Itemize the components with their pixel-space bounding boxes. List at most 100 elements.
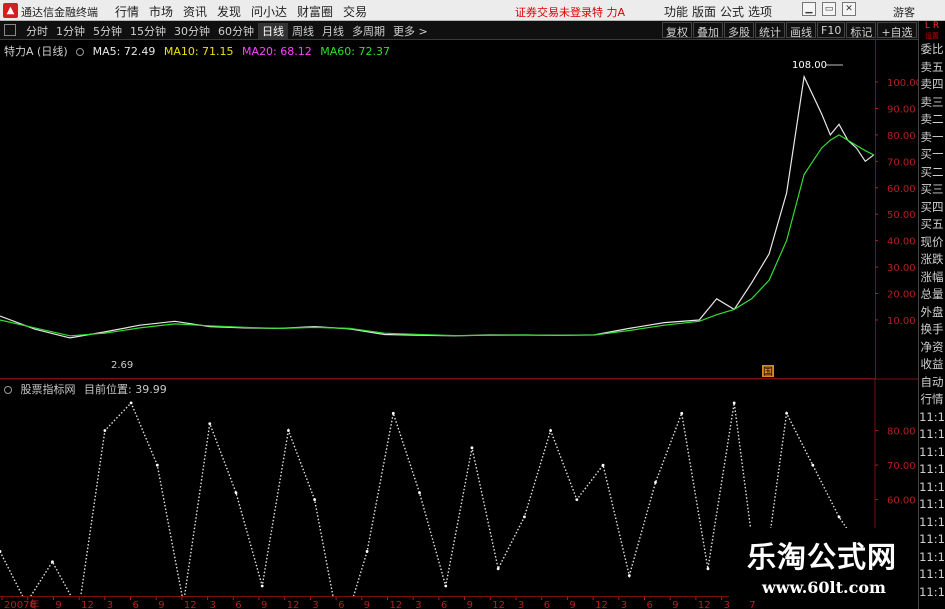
indicator-point bbox=[155, 463, 159, 467]
indicator-point bbox=[785, 411, 788, 415]
indicator-point bbox=[260, 584, 264, 588]
indicator-point bbox=[732, 401, 736, 405]
price-tick-label: 80.00 bbox=[887, 131, 916, 142]
indicator-point bbox=[549, 429, 553, 432]
indicator-point bbox=[418, 491, 421, 495]
quote-side-panel: L R 设置 委比 卖五 卖四 卖三 卖二 卖一 买一 买二 买三 买四 买五 现价 涨跌 涨幅 总量 外盘换… bbox=[918, 21, 945, 609]
side-panel-item[interactable]: 11:1 bbox=[919, 531, 945, 549]
indicator-point bbox=[837, 515, 841, 519]
side-panel-item[interactable]: 自动 bbox=[919, 374, 945, 392]
price-axis: 10.00 20.00 30.00 40.00 50.00 60.00 70.00 80.00… bbox=[875, 78, 918, 327]
indicator-point bbox=[601, 463, 605, 467]
indicator-point bbox=[391, 411, 395, 415]
date-tick-label: 6 bbox=[441, 600, 447, 609]
date-tick-label: 3 bbox=[724, 600, 730, 609]
side-panel-item[interactable]: 11:1 bbox=[919, 444, 945, 462]
side-panel-item[interactable]: 行情 bbox=[919, 391, 945, 409]
date-tick-label: 6 bbox=[338, 600, 344, 609]
price-tick-label: 30.00 bbox=[887, 263, 916, 274]
date-tick-label: 6 bbox=[647, 600, 653, 609]
side-panel-item[interactable]: 11:1 bbox=[919, 584, 945, 602]
watermark-url: www.60lt.com bbox=[762, 578, 886, 597]
price-tick-label: 20.00 bbox=[887, 290, 916, 301]
price-tick-label: 50.00 bbox=[887, 210, 916, 221]
date-tick-label: 12 bbox=[492, 600, 505, 609]
side-panel-item[interactable]: 11:1 bbox=[919, 426, 945, 444]
indicator-point bbox=[287, 429, 290, 432]
indicator-point bbox=[208, 422, 212, 426]
side-panel-item[interactable]: 卖三 bbox=[919, 94, 945, 112]
panel-r-label[interactable]: R bbox=[933, 21, 939, 31]
side-panel-item[interactable]: 买一 bbox=[919, 146, 945, 164]
date-tick-label: 6 bbox=[30, 600, 36, 609]
indicator-point bbox=[811, 463, 815, 467]
indicator-point bbox=[496, 567, 500, 571]
side-panel-item[interactable]: 11:1 bbox=[919, 479, 945, 497]
date-tick-label: 9 bbox=[364, 600, 370, 609]
panel-l-label[interactable]: L bbox=[925, 21, 930, 31]
date-tick-label: 6 bbox=[235, 600, 241, 609]
low-price-label: 2.69 bbox=[111, 360, 133, 371]
date-tick-label: 9 bbox=[569, 600, 575, 609]
date-tick-label: 12 bbox=[698, 600, 711, 609]
date-tick-label: 12 bbox=[390, 600, 403, 609]
date-tick-label: 3 bbox=[518, 600, 524, 609]
side-panel-item[interactable]: 11:1 bbox=[919, 461, 945, 479]
side-panel-item[interactable]: 委比 bbox=[919, 41, 945, 59]
side-panel-item[interactable]: 11:1 bbox=[919, 514, 945, 532]
series-line-ma5 bbox=[0, 74, 875, 339]
price-series bbox=[0, 74, 875, 339]
indicator-point bbox=[654, 480, 657, 484]
panel-setting-label[interactable]: 设置 bbox=[925, 32, 939, 40]
price-tick-label: 70.00 bbox=[887, 157, 916, 168]
price-tick-label: 10.00 bbox=[887, 316, 916, 327]
date-tick-label: 9 bbox=[467, 600, 473, 609]
chart-canvas[interactable]: 10.00 20.00 30.00 40.00 50.00 60.00 70.00 80.00… bbox=[0, 0, 918, 596]
side-panel-item[interactable]: 现价 bbox=[919, 234, 945, 252]
side-panel-item[interactable]: 卖二 bbox=[919, 111, 945, 129]
side-panel-item[interactable]: 净资 bbox=[919, 339, 945, 357]
side-panel-list: 委比 卖五 卖四 卖三 卖二 卖一 买一 买二 买三 买四 买五 现价 涨跌 涨幅 总量 外盘 换手 净资 收益 自动… bbox=[919, 41, 945, 601]
price-tick-label: 40.00 bbox=[887, 237, 916, 248]
indicator-point bbox=[234, 491, 238, 495]
indicator-point bbox=[444, 584, 448, 588]
date-tick-label: 9 bbox=[672, 600, 678, 609]
indicator-point bbox=[103, 429, 107, 432]
side-panel-item[interactable]: 11:1 bbox=[919, 566, 945, 584]
panel-mode-header[interactable]: L R 设置 bbox=[919, 21, 945, 41]
indicator-point bbox=[365, 550, 369, 553]
date-tick-label: 9 bbox=[55, 600, 61, 609]
side-panel-item[interactable]: 收益 bbox=[919, 356, 945, 374]
indicator-point bbox=[575, 498, 579, 502]
indicator-point bbox=[523, 515, 526, 519]
date-tick-label: 9 bbox=[261, 600, 267, 609]
price-tick-label: 100.00 bbox=[887, 78, 918, 89]
side-panel-item[interactable]: 买二 bbox=[919, 164, 945, 182]
side-panel-item[interactable]: 买三 bbox=[919, 181, 945, 199]
side-panel-item[interactable]: 外盘 bbox=[919, 304, 945, 322]
side-panel-item[interactable]: 总量 bbox=[919, 286, 945, 304]
side-panel-item[interactable]: 买五 bbox=[919, 216, 945, 234]
date-tick-label: 9 bbox=[158, 600, 164, 609]
side-panel-item[interactable]: 卖五 bbox=[919, 59, 945, 77]
side-panel-item[interactable]: 11:1 bbox=[919, 549, 945, 567]
side-panel-item[interactable]: 涨幅 bbox=[919, 269, 945, 287]
date-tick-label: 7 bbox=[749, 600, 755, 609]
indicator-point bbox=[627, 574, 631, 578]
side-panel-item[interactable]: 11:1 bbox=[919, 496, 945, 514]
date-tick-label: 3 bbox=[107, 600, 113, 609]
high-price-label: 108.00 bbox=[792, 60, 827, 71]
side-panel-item[interactable]: 11:1 bbox=[919, 409, 945, 427]
indicator-point bbox=[470, 446, 474, 450]
side-panel-item[interactable]: 卖四 bbox=[919, 76, 945, 94]
event-marker-label: 国 bbox=[763, 366, 773, 378]
side-panel-item[interactable]: 卖一 bbox=[919, 129, 945, 147]
side-panel-item[interactable]: 买四 bbox=[919, 199, 945, 217]
side-panel-item[interactable]: 涨跌 bbox=[919, 251, 945, 269]
date-tick-label: 6 bbox=[544, 600, 550, 609]
indicator-point bbox=[129, 401, 133, 405]
indicator-tick-label: 70.00 bbox=[887, 461, 916, 472]
date-tick-label: 3 bbox=[415, 600, 421, 609]
date-tick-label: 3 bbox=[210, 600, 216, 609]
side-panel-item[interactable]: 换手 bbox=[919, 321, 945, 339]
